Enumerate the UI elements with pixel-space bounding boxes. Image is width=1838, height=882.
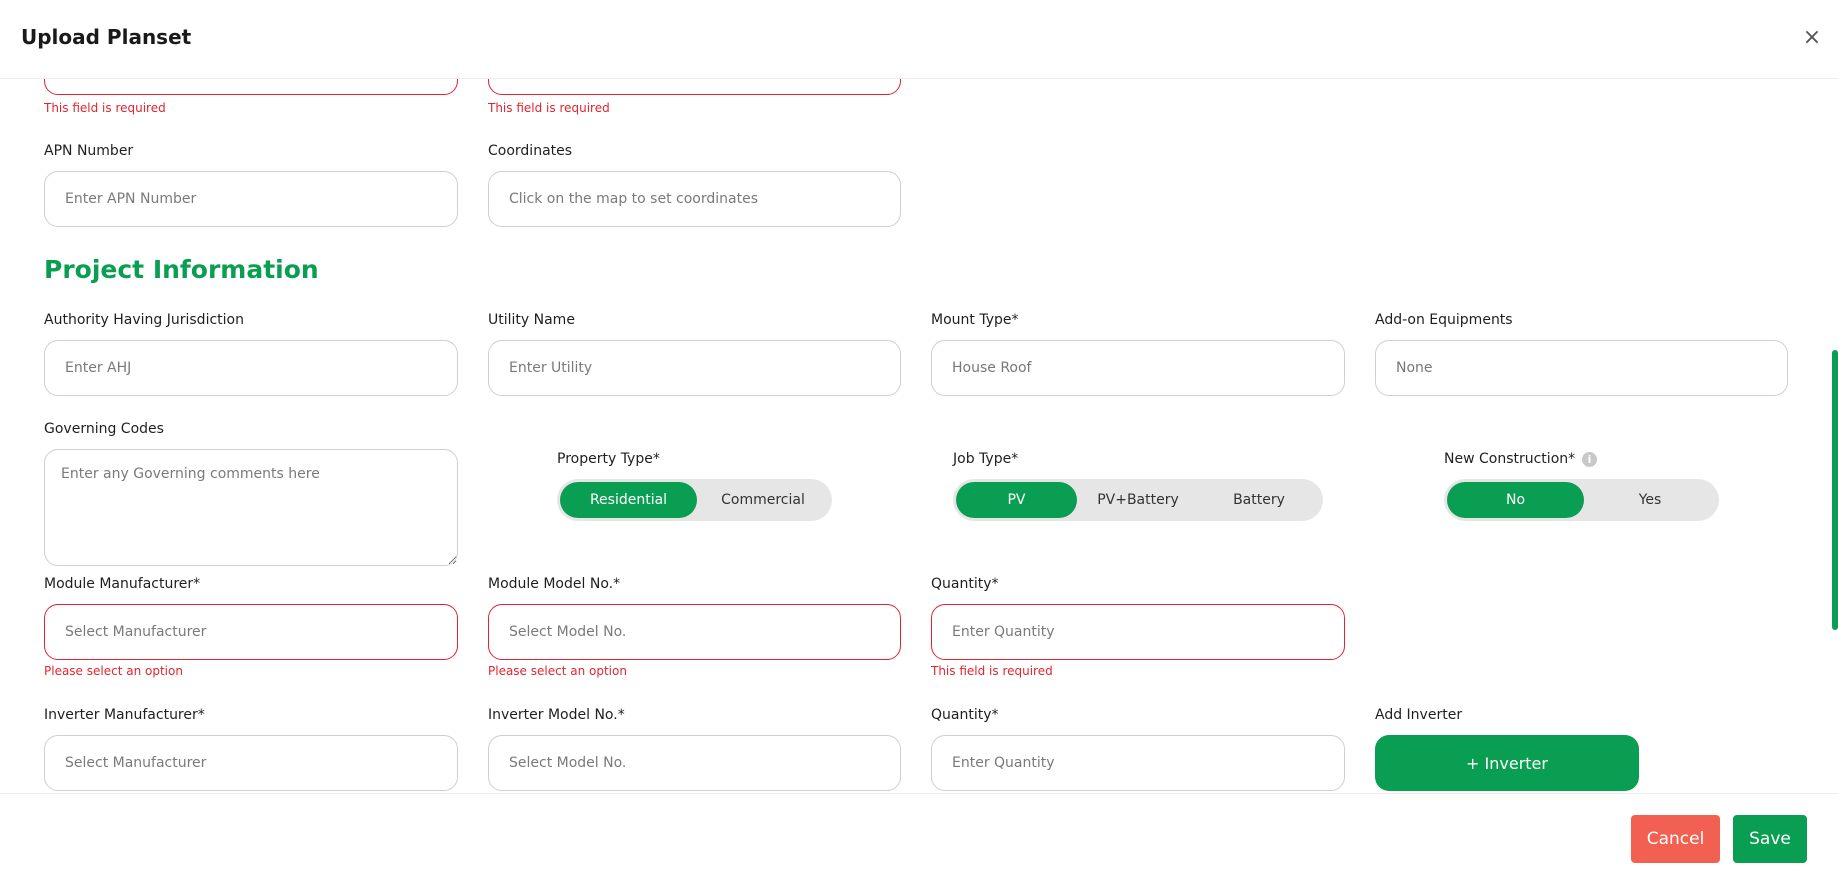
apn-input[interactable] [44, 171, 458, 227]
module-quantity-error: This field is required [931, 664, 1053, 678]
module-manufacturer-select[interactable] [44, 604, 458, 660]
inverter-quantity-label: Quantity* [931, 707, 999, 723]
governing-codes-label: Governing Codes [44, 421, 164, 437]
new-construction-option-no[interactable]: No [1447, 482, 1584, 518]
coordinates-label: Coordinates [488, 143, 573, 159]
top-right-field[interactable] [488, 79, 901, 95]
module-model-select[interactable] [488, 604, 901, 660]
new-construction-toggle: No Yes [1444, 479, 1719, 521]
utility-label: Utility Name [488, 312, 575, 328]
job-type-option-battery[interactable]: Battery [1199, 482, 1319, 518]
inverter-quantity-input[interactable] [931, 735, 1345, 791]
save-button[interactable]: Save [1733, 815, 1807, 863]
module-model-error: Please select an option [488, 664, 627, 678]
property-type-label: Property Type* [557, 451, 660, 467]
modal-body[interactable]: This field is required This field is req… [0, 79, 1838, 793]
scrollbar-thumb[interactable] [1832, 350, 1838, 630]
new-construction-label: New Construction* [1444, 451, 1576, 467]
close-icon[interactable]: × [1800, 26, 1824, 50]
cancel-button[interactable]: Cancel [1631, 815, 1720, 863]
property-type-toggle: Residential Commercial [557, 479, 832, 521]
module-model-label: Module Model No.* [488, 576, 621, 592]
governing-codes-textarea[interactable] [44, 449, 458, 566]
info-icon[interactable]: i [1582, 452, 1597, 467]
inverter-model-label: Inverter Model No.* [488, 707, 625, 723]
modal-header: Upload Planset × [0, 0, 1838, 79]
addon-equipments-select[interactable]: None [1375, 340, 1788, 396]
inverter-manufacturer-select[interactable] [44, 735, 458, 791]
job-type-option-pv[interactable]: PV [956, 482, 1077, 518]
module-manufacturer-error: Please select an option [44, 664, 183, 678]
utility-input[interactable] [488, 340, 901, 396]
top-left-field[interactable] [44, 79, 458, 95]
modal-title: Upload Planset [21, 25, 192, 49]
ahj-input[interactable] [44, 340, 458, 396]
upload-planset-modal: Upload Planset × This field is required … [0, 0, 1838, 882]
top-right-error: This field is required [488, 101, 610, 115]
add-inverter-label: Add Inverter [1375, 707, 1463, 723]
inverter-model-select[interactable] [488, 735, 901, 791]
addon-equipments-label: Add-on Equipments [1375, 312, 1513, 328]
section-title-project-information: Project Information [44, 255, 319, 284]
modal-footer: Cancel Save [0, 793, 1838, 882]
job-type-option-pv-battery[interactable]: PV+Battery [1077, 482, 1199, 518]
top-left-error: This field is required [44, 101, 166, 115]
mount-type-label: Mount Type* [931, 312, 1019, 328]
module-quantity-input[interactable] [931, 604, 1345, 660]
property-type-option-commercial[interactable]: Commercial [697, 482, 829, 518]
new-construction-option-yes[interactable]: Yes [1584, 482, 1716, 518]
ahj-label: Authority Having Jurisdiction [44, 312, 244, 328]
property-type-option-residential[interactable]: Residential [560, 482, 697, 518]
module-quantity-label: Quantity* [931, 576, 999, 592]
module-manufacturer-label: Module Manufacturer* [44, 576, 201, 592]
coordinates-input[interactable] [488, 171, 901, 227]
job-type-toggle: PV PV+Battery Battery [953, 479, 1323, 521]
inverter-manufacturer-label: Inverter Manufacturer* [44, 707, 205, 723]
job-type-label: Job Type* [953, 451, 1019, 467]
add-inverter-button[interactable]: + Inverter [1375, 735, 1639, 791]
apn-label: APN Number [44, 143, 134, 159]
mount-type-select[interactable]: House Roof [931, 340, 1345, 396]
